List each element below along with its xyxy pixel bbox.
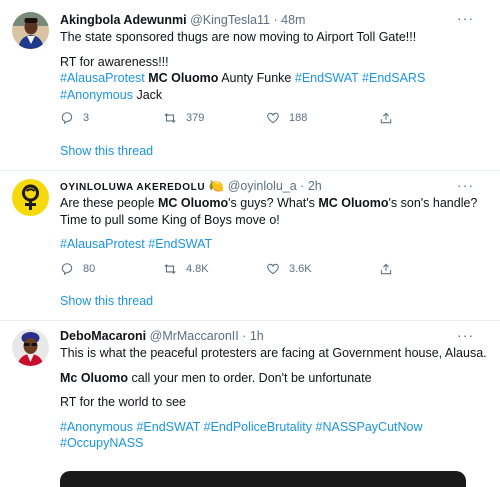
like-button[interactable]: 188 — [266, 110, 379, 126]
more-icon[interactable]: ··· — [457, 177, 474, 193]
reply-button[interactable]: 80 — [60, 261, 163, 277]
show-thread-link[interactable]: Show this thread — [60, 294, 153, 308]
more-icon[interactable]: ··· — [457, 10, 474, 26]
tweet-text-line: Are these people MC Oluomo's guys? What'… — [60, 195, 478, 212]
mention-bold: Mc Oluomo — [60, 370, 129, 385]
tweet-tags-line: #OccupyNASS — [60, 435, 478, 452]
author-name[interactable]: DeboMacaroni — [60, 329, 146, 343]
tweet-tags-line: #AlausaProtest MC Oluomo Aunty Funke #En… — [60, 70, 478, 87]
retweet-button[interactable]: 4.8K — [163, 261, 266, 277]
hashtag-link[interactable]: #AlausaProtest — [60, 71, 145, 85]
tweet-text: 's son's handle? — [388, 196, 478, 210]
timestamp[interactable]: 2h — [308, 179, 322, 193]
share-button[interactable] — [379, 110, 402, 126]
tweet-text: Jack — [136, 87, 163, 102]
hashtag-link[interactable]: #Anonymous — [60, 420, 133, 434]
tweet-header: DeboMacaroni @MrMaccaronII · 1h — [60, 327, 478, 345]
avatar[interactable] — [12, 179, 49, 216]
tweet-header: OYINLOLUWA AKEREDOLU 🍋 @oyinlolu_a · 2h — [60, 177, 478, 195]
like-button[interactable]: 3.6K — [266, 261, 379, 277]
share-icon — [380, 263, 392, 275]
timestamp[interactable]: 1h — [250, 329, 264, 343]
like-icon — [267, 263, 279, 275]
share-icon — [380, 112, 392, 124]
tweet-media-preview[interactable] — [60, 471, 466, 487]
tweet-text-line: RT for the world to see — [60, 395, 186, 409]
reply-button[interactable]: 3 — [60, 110, 163, 126]
mention-bold: MC Oluomo — [148, 71, 219, 85]
reply-count: 3 — [83, 112, 90, 124]
tweet-tags-line: #Anonymous #EndSWAT #EndPoliceBrutality … — [60, 419, 478, 436]
tweet-text-line: RT for awareness!!! — [60, 54, 169, 69]
mention-bold: MC Oluomo — [158, 196, 229, 210]
hashtag-link[interactable]: #Anonymous — [60, 88, 133, 102]
hashtag-link[interactable]: #EndSARS — [362, 71, 425, 85]
hashtag-link[interactable]: #AlausaProtest — [60, 237, 145, 251]
hashtag-link[interactable]: #EndSWAT — [295, 71, 359, 85]
retweet-icon — [164, 264, 176, 274]
avatar[interactable] — [12, 12, 49, 49]
tweet-text: call your men to order. Don't be unfortu… — [128, 370, 372, 385]
tweet-1[interactable]: Akingbola Adewunmi @KingTesla11 · 48m Th… — [0, 0, 500, 170]
tweet-2[interactable]: OYINLOLUWA AKEREDOLU 🍋 @oyinlolu_a · 2h … — [0, 171, 500, 320]
show-thread-link[interactable]: Show this thread — [60, 144, 153, 158]
tweet-body: OYINLOLUWA AKEREDOLU 🍋 @oyinlolu_a · 2h … — [60, 177, 478, 253]
mention-bold: MC Oluomo — [318, 196, 389, 210]
share-button[interactable] — [379, 261, 402, 277]
hashtag-link[interactable]: #OccupyNASS — [60, 436, 143, 450]
retweet-count: 379 — [186, 112, 205, 124]
avatar[interactable] — [12, 329, 49, 366]
author-handle[interactable]: @oyinlolu_a — [228, 179, 297, 193]
tweet-text-line: Time to pull some King of Boys move o! — [60, 212, 280, 227]
separator-dot: · — [300, 179, 305, 193]
author-name[interactable]: Akingbola Adewunmi — [60, 13, 187, 27]
like-icon — [267, 112, 279, 124]
tweet-header: Akingbola Adewunmi @KingTesla11 · 48m — [60, 11, 478, 29]
tweet-actions: 3 379 188 — [60, 110, 420, 126]
author-handle[interactable]: @MrMaccaronII — [150, 329, 239, 343]
hashtag-link[interactable]: #NASSPayCutNow — [316, 420, 423, 434]
timestamp[interactable]: 48m — [281, 13, 305, 27]
tweet-text-line: The state sponsored thugs are now moving… — [60, 30, 417, 44]
tweet-feed: Akingbola Adewunmi @KingTesla11 · 48m Th… — [0, 0, 500, 487]
tweet-tags-line: #Anonymous Jack — [60, 87, 478, 104]
tweet-text: 's guys? What's — [228, 196, 319, 210]
reply-count: 80 — [83, 263, 96, 275]
tweet-text-line: This is what the peaceful protesters are… — [60, 346, 487, 360]
more-icon[interactable]: ··· — [457, 327, 474, 343]
retweet-count: 4.8K — [186, 263, 209, 275]
tweet-3[interactable]: DeboMacaroni @MrMaccaronII · 1h This is … — [0, 321, 500, 487]
tweet-text: Are these people — [60, 196, 158, 210]
reply-icon — [61, 263, 73, 276]
tweet-body: Akingbola Adewunmi @KingTesla11 · 48m Th… — [60, 11, 478, 103]
tweet-tags-line: #AlausaProtest #EndSWAT — [60, 236, 478, 253]
hashtag-link[interactable]: #EndSWAT — [136, 420, 200, 434]
tweet-actions: 80 4.8K 3.6K — [60, 261, 420, 277]
like-count: 3.6K — [289, 263, 312, 275]
separator-dot: · — [242, 329, 247, 343]
hashtag-link[interactable]: #EndSWAT — [148, 237, 212, 251]
tweet-text-line: Mc Oluomo call your men to order. Don't … — [60, 370, 478, 387]
retweet-icon — [164, 113, 176, 123]
separator-dot: · — [273, 13, 278, 27]
name-emoji: 🍋 — [208, 179, 225, 193]
tweet-text: Aunty Funke — [221, 71, 292, 85]
author-name[interactable]: OYINLOLUWA AKEREDOLU — [60, 182, 205, 193]
like-count: 188 — [289, 112, 308, 124]
author-handle[interactable]: @KingTesla11 — [190, 13, 270, 27]
tweet-body: DeboMacaroni @MrMaccaronII · 1h This is … — [60, 327, 487, 452]
retweet-button[interactable]: 379 — [163, 110, 266, 126]
reply-icon — [61, 112, 73, 125]
hashtag-link[interactable]: #EndPoliceBrutality — [204, 420, 312, 434]
